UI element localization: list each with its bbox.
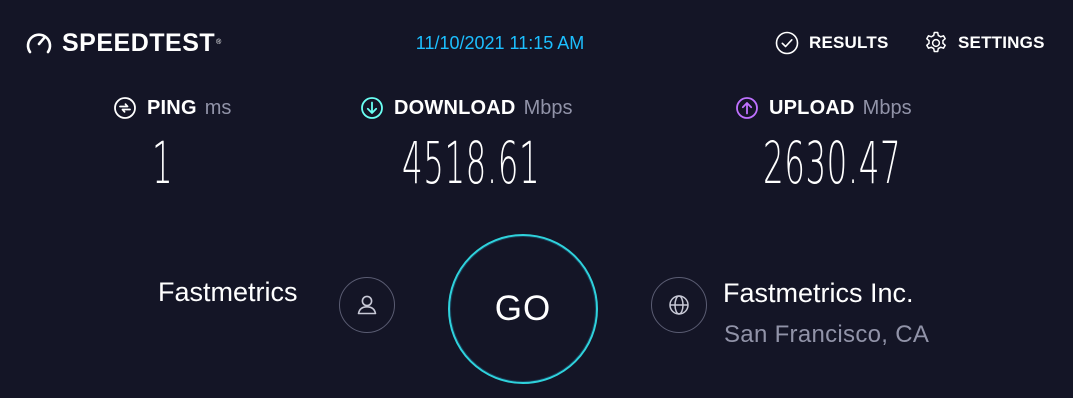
- server-name[interactable]: Fastmetrics Inc.: [723, 277, 914, 309]
- results-button[interactable]: RESULTS: [774, 30, 888, 56]
- download-arrow-icon: [361, 97, 383, 119]
- globe-icon: [669, 295, 689, 315]
- brand-name: SPEEDTEST: [62, 29, 216, 57]
- test-timestamp: 11/10/2021 11:15 AM: [415, 33, 585, 53]
- provider-name: Fastmetrics: [158, 277, 298, 307]
- download-label: DOWNLOAD: [394, 96, 516, 119]
- settings-button[interactable]: SETTINGS: [923, 30, 1045, 56]
- upload-value: 2630.47: [763, 129, 902, 197]
- settings-label: SETTINGS: [958, 33, 1045, 52]
- go-label: GO: [494, 289, 552, 328]
- go-button[interactable]: GO: [448, 234, 598, 384]
- upload-label: UPLOAD: [769, 96, 855, 119]
- registered-mark: ®: [216, 39, 222, 46]
- upload-unit: Mbps: [862, 96, 912, 119]
- results-label: RESULTS: [809, 33, 889, 52]
- provider-button[interactable]: [339, 277, 395, 333]
- speedtest-logo[interactable]: SPEEDTEST ®: [24, 28, 221, 58]
- gear-icon: [926, 31, 946, 53]
- ping-icon: [114, 97, 136, 119]
- server-button[interactable]: [651, 277, 707, 333]
- ping-unit: ms: [204, 96, 232, 119]
- server-location[interactable]: San Francisco, CA: [724, 320, 929, 350]
- upload-arrow-icon: [736, 97, 758, 119]
- check-circle-icon: [775, 31, 799, 55]
- ping-label: PING: [147, 96, 197, 119]
- download-unit: Mbps: [523, 96, 573, 119]
- speedometer-icon: [26, 33, 52, 54]
- ping-value: 1: [152, 129, 174, 197]
- user-icon: [357, 295, 377, 315]
- download-value: 4518.61: [402, 129, 541, 197]
